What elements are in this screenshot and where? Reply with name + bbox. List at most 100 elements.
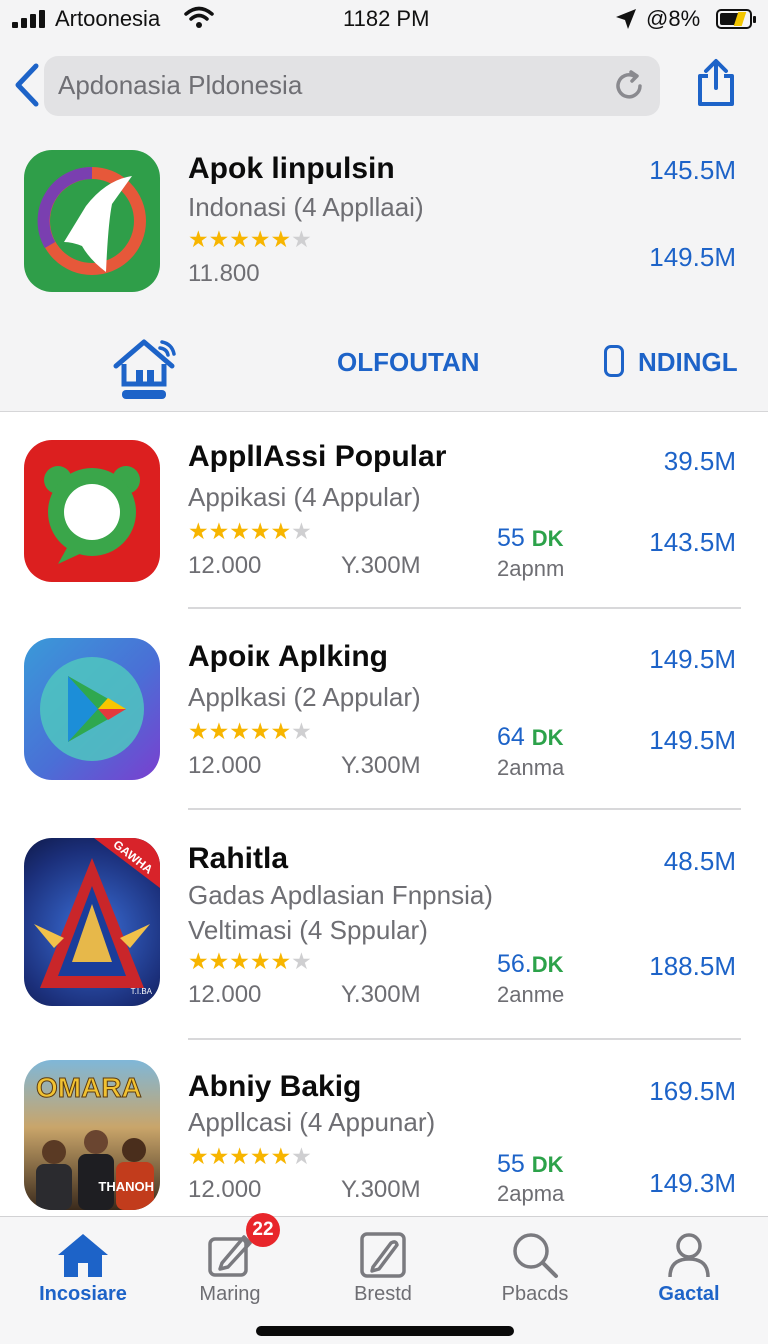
home-category-icon[interactable] bbox=[110, 336, 182, 402]
category-tab-right[interactable]: NDINGL bbox=[638, 347, 738, 378]
rating-stars-4: ★★★★★★ bbox=[188, 1143, 312, 1169]
featured-app-icon[interactable] bbox=[24, 150, 160, 292]
share-icon[interactable] bbox=[692, 58, 740, 108]
row-divider bbox=[188, 808, 741, 810]
notification-badge: 22 bbox=[246, 1213, 280, 1247]
featured-app-subtitle: Indonasi (4 Appllaai) bbox=[188, 192, 424, 222]
search-text[interactable]: Apdonasia Pldonesia bbox=[58, 70, 302, 101]
play-icon bbox=[40, 657, 144, 761]
phone-icon[interactable] bbox=[604, 345, 624, 377]
app-subtitle-3b: Veltimasi (4 Sppular) bbox=[188, 915, 428, 945]
app-icon-4[interactable]: OMARA THANOH bbox=[24, 1060, 160, 1210]
app-size-2: Y.300M bbox=[341, 752, 421, 779]
app-title-3[interactable]: Rahitla bbox=[188, 842, 288, 876]
clock: 1182 PM bbox=[343, 6, 430, 31]
pen-square-icon bbox=[360, 1232, 406, 1278]
header-area: Artoonesia 1182 PM @8% Apdonasia Pldones… bbox=[0, 0, 768, 412]
pencil-square-icon bbox=[208, 1235, 252, 1277]
rating-count-4: 12.000 bbox=[188, 1176, 262, 1203]
rating-count-1: 12.000 bbox=[188, 552, 262, 579]
app-subtitle-2: Applkasi (2 Appular) bbox=[188, 682, 421, 712]
tab-brestd[interactable]: Brestd bbox=[307, 1217, 459, 1327]
downloads-sub-4: 2apma bbox=[497, 1181, 565, 1206]
size-top-4: 169.5M bbox=[649, 1076, 736, 1106]
tab-home[interactable]: Incosiare bbox=[7, 1217, 159, 1327]
wifi-icon bbox=[184, 6, 214, 28]
app-size-3: Y.300M bbox=[341, 981, 421, 1008]
rating-stars-1: ★★★★★★ bbox=[188, 518, 312, 544]
battery-percent-value: 8% bbox=[668, 6, 701, 31]
search-icon bbox=[513, 1233, 558, 1278]
signal-icon bbox=[12, 10, 48, 28]
app-subtitle-1: Appikasi (4 Appular) bbox=[188, 482, 421, 512]
app-icon-3-caption: T.I.BA bbox=[130, 987, 152, 996]
tab-home-label: Incosiare bbox=[39, 1283, 127, 1305]
downloads-value-1: 55 bbox=[497, 524, 525, 552]
downloads-4: 55 DK bbox=[497, 1150, 564, 1179]
search-field[interactable]: Apdonasia Pldonesia bbox=[44, 56, 660, 116]
size-top-2: 149.5M bbox=[649, 644, 736, 674]
app-title-1[interactable]: ApplIAssi Popular bbox=[188, 440, 446, 474]
location-arrow-icon bbox=[616, 9, 636, 29]
category-tab-middle[interactable]: OLFOUTAN bbox=[337, 347, 480, 378]
tab-account[interactable]: Gactal bbox=[613, 1217, 765, 1327]
downloads-sub-1: 2apnm bbox=[497, 556, 565, 581]
size-bottom-4: 149.3M bbox=[649, 1168, 736, 1198]
bird-logo-icon bbox=[37, 166, 146, 275]
home-icon bbox=[58, 1234, 108, 1277]
app-title-2[interactable]: Apoiк Aplking bbox=[188, 640, 388, 674]
tab-account-label: Gactal bbox=[658, 1283, 720, 1305]
app-icon-1[interactable] bbox=[24, 440, 160, 582]
status-bar: Artoonesia 1182 PM @8% bbox=[0, 0, 768, 40]
downloads-value-3: 56. bbox=[497, 950, 532, 978]
featured-size-top: 145.5M bbox=[649, 155, 736, 185]
carrier-name: Artoonesia bbox=[55, 6, 161, 31]
featured-size-bottom: 149.5M bbox=[649, 242, 736, 272]
battery-icon bbox=[716, 9, 756, 29]
app-title-4[interactable]: Abniy Bakig bbox=[188, 1070, 361, 1104]
row-divider bbox=[188, 1038, 741, 1040]
reload-icon[interactable] bbox=[612, 69, 646, 103]
tab-search-label: Pbacds bbox=[501, 1283, 569, 1305]
downloads-value-4: 55 bbox=[497, 1150, 525, 1178]
rating-stars-2: ★★★★★★ bbox=[188, 718, 312, 744]
battery-percent: @8% bbox=[646, 6, 700, 32]
app-icon-3[interactable]: GAWHA T.I.BA bbox=[24, 838, 160, 1006]
chevron-left-icon[interactable] bbox=[10, 60, 44, 110]
featured-rating-stars: ★★★★★★ bbox=[188, 226, 312, 252]
rating-count-2: 12.000 bbox=[188, 752, 262, 779]
app-subtitle-3: Gadas Apdlasian Fnpnsia) bbox=[188, 880, 493, 910]
downloads-3: 56.DK bbox=[497, 950, 564, 979]
app-subtitle-4: Appllcasi (4 Appunar) bbox=[188, 1107, 436, 1137]
app-size-1: Y.300M bbox=[341, 552, 421, 579]
app-size-4: Y.300M bbox=[341, 1176, 421, 1203]
size-bottom-3: 188.5M bbox=[649, 951, 736, 981]
rating-count-3: 12.000 bbox=[188, 981, 262, 1008]
size-top-1: 39.5M bbox=[663, 446, 736, 476]
downloads-1: 55 DK bbox=[497, 524, 564, 553]
downloads-unit-3: DK bbox=[531, 952, 564, 977]
tab-search[interactable]: Pbacds bbox=[459, 1217, 611, 1327]
featured-app-title[interactable]: Apok linpulsin bbox=[188, 152, 395, 186]
downloads-unit-1: DK bbox=[531, 526, 564, 551]
tab-brestd-label: Brestd bbox=[354, 1283, 412, 1305]
home-indicator[interactable] bbox=[256, 1326, 514, 1336]
tab-maring[interactable]: Maring bbox=[154, 1217, 306, 1327]
person-icon bbox=[668, 1233, 710, 1278]
size-bottom-2: 149.5M bbox=[649, 725, 736, 755]
downloads-sub-2: 2anma bbox=[497, 755, 565, 780]
size-bottom-1: 143.5M bbox=[649, 527, 736, 557]
featured-rating-count: 11.800 bbox=[188, 260, 260, 287]
row-divider bbox=[188, 607, 741, 609]
app-icon-2[interactable] bbox=[24, 638, 160, 780]
size-top-3: 48.5M bbox=[663, 846, 736, 876]
rating-stars-3: ★★★★★★ bbox=[188, 948, 312, 974]
app-icon-4-caption: THANOH bbox=[98, 1179, 154, 1194]
downloads-unit-2: DK bbox=[531, 725, 564, 750]
downloads-sub-3: 2anme bbox=[497, 982, 565, 1007]
downloads-unit-4: DK bbox=[531, 1152, 564, 1177]
chat-bubble-icon bbox=[44, 466, 140, 564]
battery-lock-glyph: @ bbox=[646, 6, 669, 31]
downloads-value-2: 64 bbox=[497, 723, 525, 751]
tab-maring-label: Maring bbox=[199, 1283, 261, 1305]
